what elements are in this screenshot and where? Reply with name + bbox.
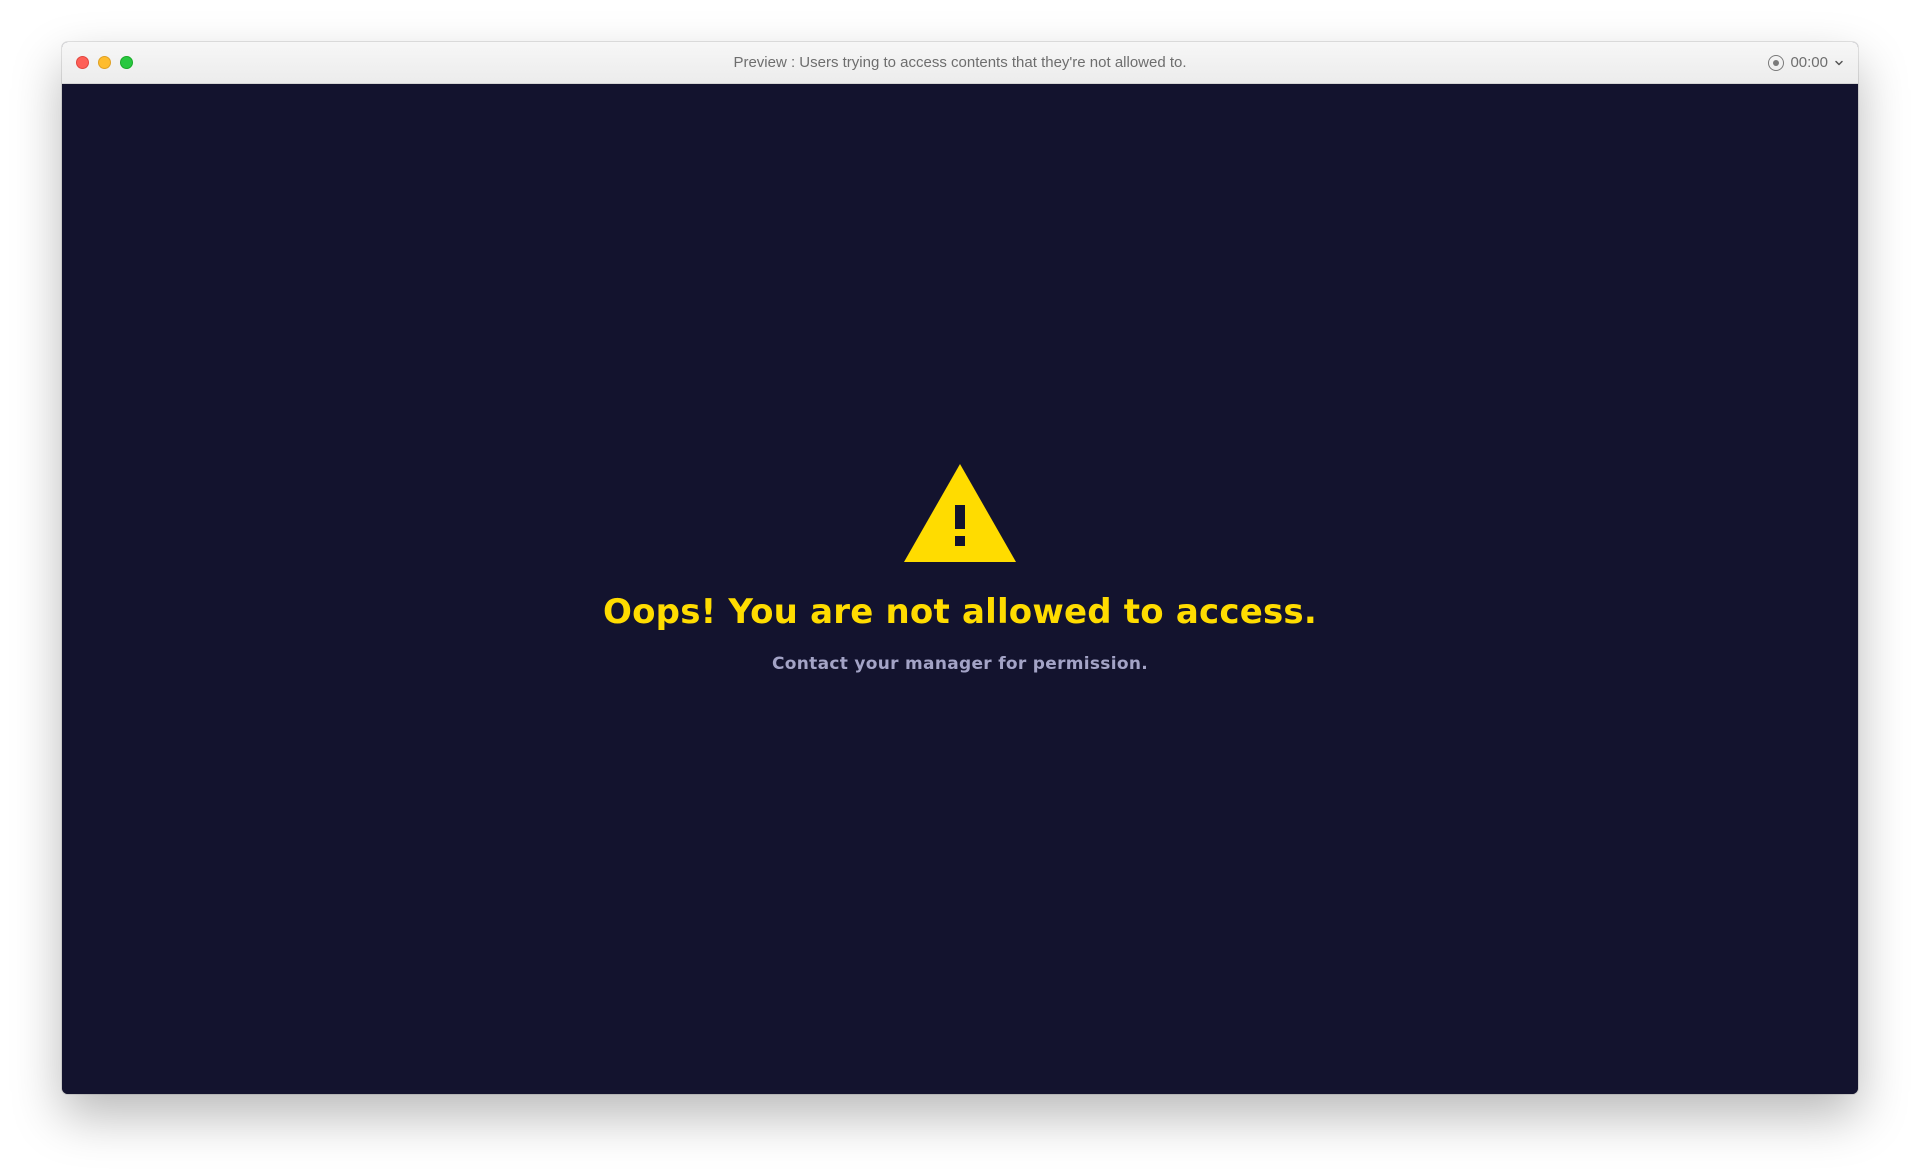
preview-content: Oops! You are not allowed to access. Con… [62, 84, 1858, 1094]
preview-window: Preview : Users trying to access content… [62, 42, 1858, 1094]
record-icon [1768, 54, 1785, 71]
recording-timer-dropdown[interactable]: 00:00 [1768, 42, 1844, 83]
chevron-down-icon [1834, 58, 1844, 68]
error-heading: Oops! You are not allowed to access. [603, 592, 1317, 632]
window-title: Preview : Users trying to access content… [733, 54, 1187, 71]
window-titlebar: Preview : Users trying to access content… [62, 42, 1858, 84]
error-subtext: Contact your manager for permission. [771, 654, 1148, 674]
timer-value: 00:00 [1790, 54, 1828, 71]
warning-triangle-icon [904, 464, 1016, 562]
access-denied-message: Oops! You are not allowed to access. Con… [62, 464, 1858, 674]
